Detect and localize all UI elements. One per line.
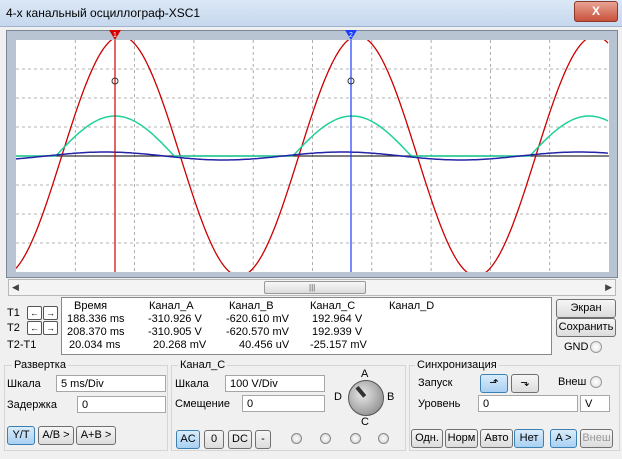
readout-header-channel-d: Канал_D — [389, 300, 435, 312]
single-mode-button[interactable]: Одн. — [411, 429, 443, 448]
t1-channel-c: 192.964 V — [312, 313, 363, 325]
channel-scale-field[interactable]: 100 V/Div — [225, 375, 325, 392]
timebase-title: Развертка — [12, 359, 68, 371]
auto-mode-button[interactable]: Авто — [480, 429, 513, 448]
screen-button[interactable]: Экран — [556, 299, 616, 318]
scroll-left-icon[interactable]: ◀ — [12, 282, 19, 293]
channel-offset-label: Смещение — [175, 398, 231, 410]
channel-selector-knob[interactable] — [348, 380, 384, 416]
falling-edge-button[interactable]: ⬎ — [511, 374, 539, 393]
channel-d-radio[interactable] — [378, 433, 389, 444]
apb-mode-button[interactable]: A+B > — [76, 426, 116, 445]
channel-scale-label: Шкала — [175, 378, 209, 390]
scroll-thumb[interactable]: ||| — [264, 281, 366, 294]
delta-channel-b: 40.456 uV — [239, 339, 290, 351]
timebase-delay-field[interactable]: 0 — [77, 396, 166, 413]
zero-coupling-button[interactable]: 0 — [204, 430, 224, 449]
selector-c-label: C — [361, 416, 369, 428]
timebase-scale-label: Шкала — [7, 378, 41, 390]
invert-button[interactable]: - — [255, 430, 271, 449]
waveform-display — [15, 35, 609, 277]
readout-header-time: Время — [74, 300, 108, 312]
timebase-scale-field[interactable]: 5 ms/Div — [56, 375, 166, 392]
horizontal-scrollbar[interactable]: ◀ ||| ▶ — [8, 279, 616, 296]
timebase-delay-label: Задержка — [7, 399, 57, 411]
trigger-level-label: Уровень — [418, 398, 461, 410]
none-mode-button[interactable]: Нет — [514, 429, 544, 448]
t1-channel-a: -310.926 V — [148, 313, 202, 325]
readout-header-channel-a: Канал_A — [149, 300, 194, 312]
ab-mode-button[interactable]: A/B > — [38, 426, 74, 445]
t2-t1-label: T2-T1 — [7, 339, 37, 351]
selector-b-label: B — [387, 391, 395, 403]
trigger-source-ext-button[interactable]: Внеш — [580, 429, 613, 448]
t1-label: T1 — [7, 307, 20, 319]
t1-left-arrow-icon[interactable]: ← — [27, 306, 42, 320]
t2-channel-c: 192.939 V — [312, 326, 363, 338]
scroll-right-icon[interactable]: ▶ — [605, 282, 612, 293]
cursor-t2-label: 2 — [349, 32, 353, 39]
cursor-t1-label: 1 — [113, 32, 117, 39]
channel-offset-field[interactable]: 0 — [242, 395, 325, 412]
gnd-radio[interactable] — [590, 341, 602, 353]
yt-mode-button[interactable]: Y/T — [7, 426, 35, 445]
rising-edge-button[interactable]: ⬏ — [480, 374, 508, 393]
channel-title: Канал_C — [178, 359, 228, 371]
trigger-ext-radio[interactable] — [590, 376, 602, 388]
window-title: 4-х канальный осциллограф-XSC1 — [6, 6, 201, 20]
dc-coupling-button[interactable]: DC — [228, 430, 252, 449]
delta-channel-c: -25.157 mV — [310, 339, 367, 351]
delta-time: 20.034 ms — [69, 339, 121, 351]
oscilloscope-screen[interactable] — [15, 35, 609, 277]
rising-edge-icon: ⬏ — [489, 377, 499, 389]
t1-time: 188.336 ms — [67, 313, 125, 325]
t2-right-arrow-icon[interactable]: → — [43, 321, 58, 335]
selector-d-label: D — [334, 391, 342, 403]
title-bar: 4-х канальный осциллограф-XSC1 X — [0, 0, 622, 27]
channel-a-radio[interactable] — [291, 433, 302, 444]
t2-time: 208.370 ms — [67, 326, 125, 338]
channel-c-radio[interactable] — [350, 433, 361, 444]
t1-channel-b: -620.610 mV — [226, 313, 289, 325]
gnd-label: GND — [564, 341, 589, 353]
selector-a-label: A — [361, 368, 369, 380]
t2-label: T2 — [7, 322, 20, 334]
channel-b-trace — [16, 115, 609, 157]
trigger-source-a-button[interactable]: A > — [550, 429, 577, 448]
readout-header-channel-b: Канал_B — [229, 300, 274, 312]
trigger-ext-label: Внеш — [558, 376, 587, 388]
trigger-level-field[interactable]: 0 — [478, 395, 578, 412]
grip-icon: ||| — [309, 283, 316, 292]
t1-right-arrow-icon[interactable]: → — [43, 306, 58, 320]
ac-coupling-button[interactable]: AC — [176, 430, 200, 449]
normal-mode-button[interactable]: Норм — [445, 429, 478, 448]
save-button[interactable]: Сохранить — [556, 318, 616, 337]
close-button[interactable]: X — [574, 1, 618, 22]
falling-edge-icon: ⬎ — [520, 377, 530, 389]
trigger-start-label: Запуск — [418, 377, 453, 389]
delta-channel-a: 20.268 mV — [153, 339, 207, 351]
t2-channel-b: -620.570 mV — [226, 326, 289, 338]
channel-b-radio[interactable] — [320, 433, 331, 444]
t2-left-arrow-icon[interactable]: ← — [27, 321, 42, 335]
t2-channel-a: -310.905 V — [148, 326, 202, 338]
trigger-level-unit[interactable]: V — [580, 395, 610, 412]
knob-pointer-icon — [355, 385, 367, 398]
measurement-readout: Время Канал_A Канал_B Канал_C Канал_D 18… — [61, 297, 552, 355]
readout-header-channel-c: Канал_C — [310, 300, 356, 312]
trigger-title: Синхронизация — [415, 359, 499, 371]
